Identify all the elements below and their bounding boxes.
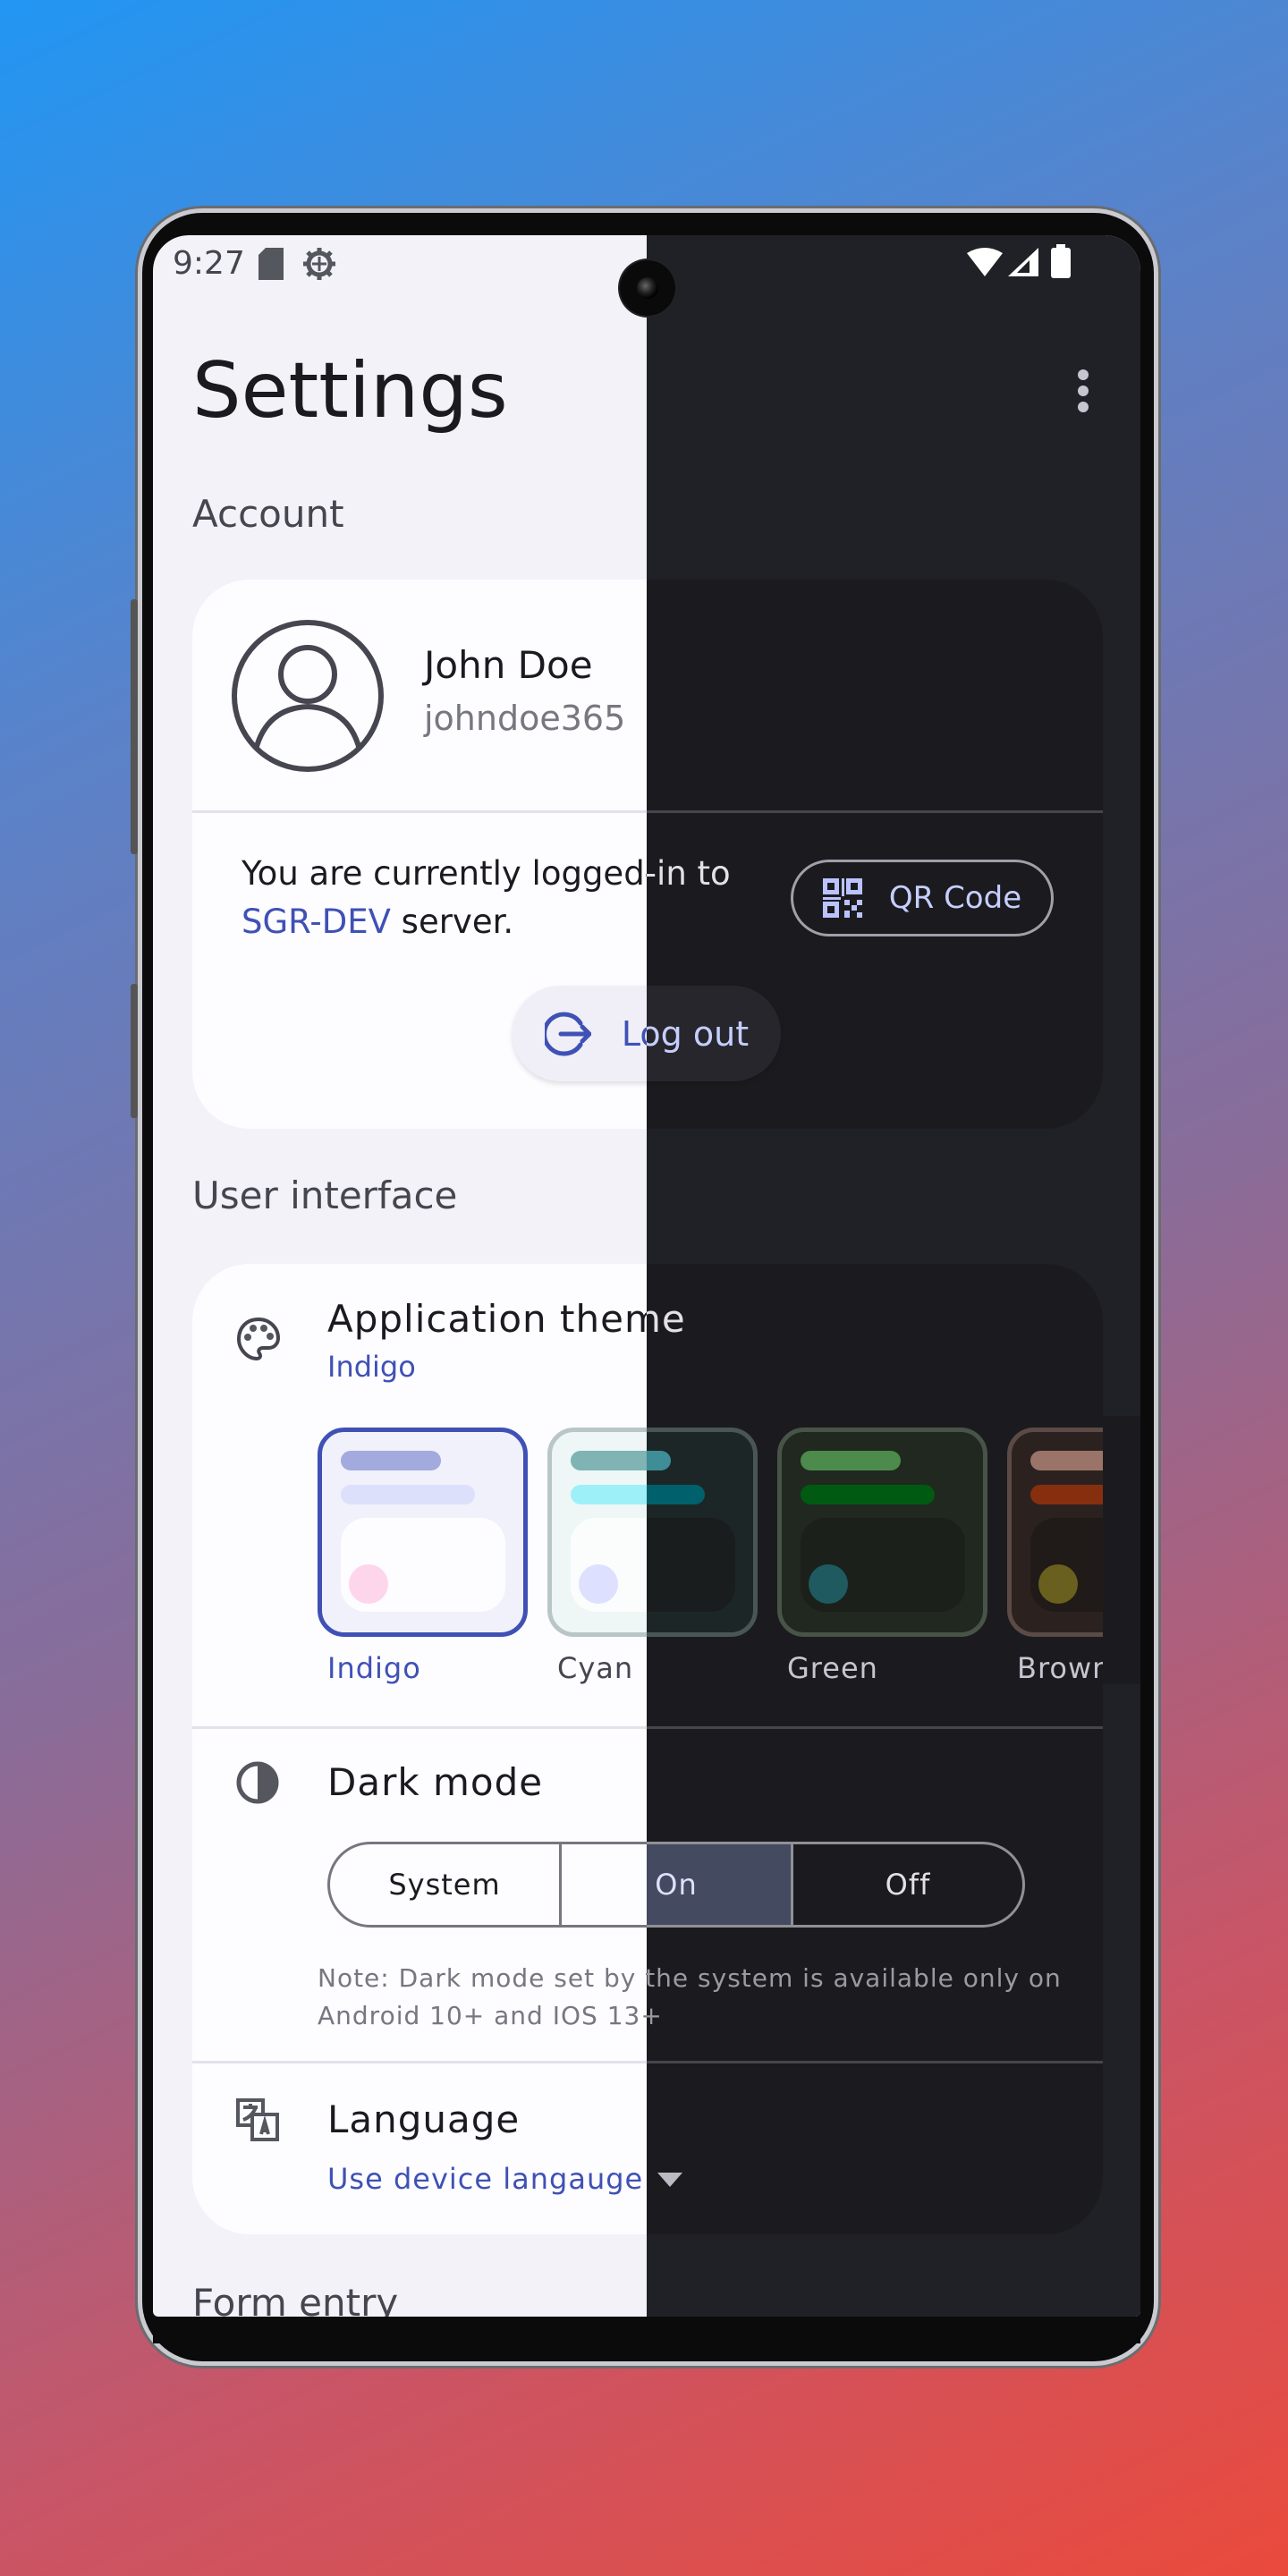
section-form-entry: Form entry — [192, 2281, 399, 2318]
user-username: johndoe365 — [424, 699, 626, 738]
dark-mode-title: Dark mode — [327, 1760, 544, 1804]
theme-label-cyan: Cyan — [557, 1651, 634, 1685]
page-title: Settings — [192, 346, 508, 436]
note-line-2: Android 10+ and IOS 13+ — [318, 2001, 663, 2030]
section-user-interface: User interface — [192, 1174, 458, 1217]
translate-icon — [236, 2098, 279, 2141]
language-title: Language — [327, 2097, 521, 2141]
dark-mode-option-system[interactable]: System — [330, 1844, 562, 1925]
section-account: Account — [192, 492, 344, 536]
volume-button — [131, 599, 138, 854]
battery-icon — [1051, 244, 1071, 278]
dark-mode-icon — [236, 1761, 279, 1804]
signal-icon — [1008, 248, 1038, 276]
language-dropdown[interactable]: Use device langauge — [327, 2162, 643, 2196]
server-name: SGR-DEV — [242, 902, 391, 941]
status-time: 9:27 — [173, 245, 245, 282]
screen: 9:27 Settings Account John Doe johndoe36… — [153, 235, 1140, 2317]
sd-card-icon — [258, 248, 284, 280]
login-text-suffix: server. — [401, 902, 514, 941]
qr-code-button[interactable]: QR Code — [791, 860, 1054, 936]
logout-icon — [544, 1012, 591, 1055]
qr-code-icon — [822, 878, 862, 918]
user-name: John Doe — [424, 643, 593, 687]
theme-title: Application theme — [327, 1297, 686, 1341]
chevron-down-icon[interactable] — [657, 2173, 682, 2187]
settings-gear-icon — [303, 248, 335, 280]
avatar-icon — [232, 620, 384, 772]
theme-option-indigo[interactable] — [318, 1428, 528, 1637]
theme-option-green[interactable] — [777, 1428, 987, 1637]
bottom-bezel — [153, 2317, 1140, 2343]
theme-label-green: Green — [787, 1651, 878, 1685]
palette-icon — [236, 1317, 281, 1361]
theme-label-brown: Brown — [1017, 1651, 1103, 1685]
wifi-icon — [967, 248, 1003, 276]
front-camera — [620, 260, 675, 316]
theme-value: Indigo — [327, 1350, 416, 1384]
power-button — [131, 984, 138, 1118]
more-vert-icon[interactable] — [1074, 368, 1092, 414]
dark-mode-option-off[interactable]: Off — [793, 1844, 1022, 1925]
theme-label-indigo: Indigo — [327, 1651, 421, 1685]
carousel-clip — [1103, 1416, 1140, 1684]
qr-code-label: QR Code — [888, 880, 1022, 916]
